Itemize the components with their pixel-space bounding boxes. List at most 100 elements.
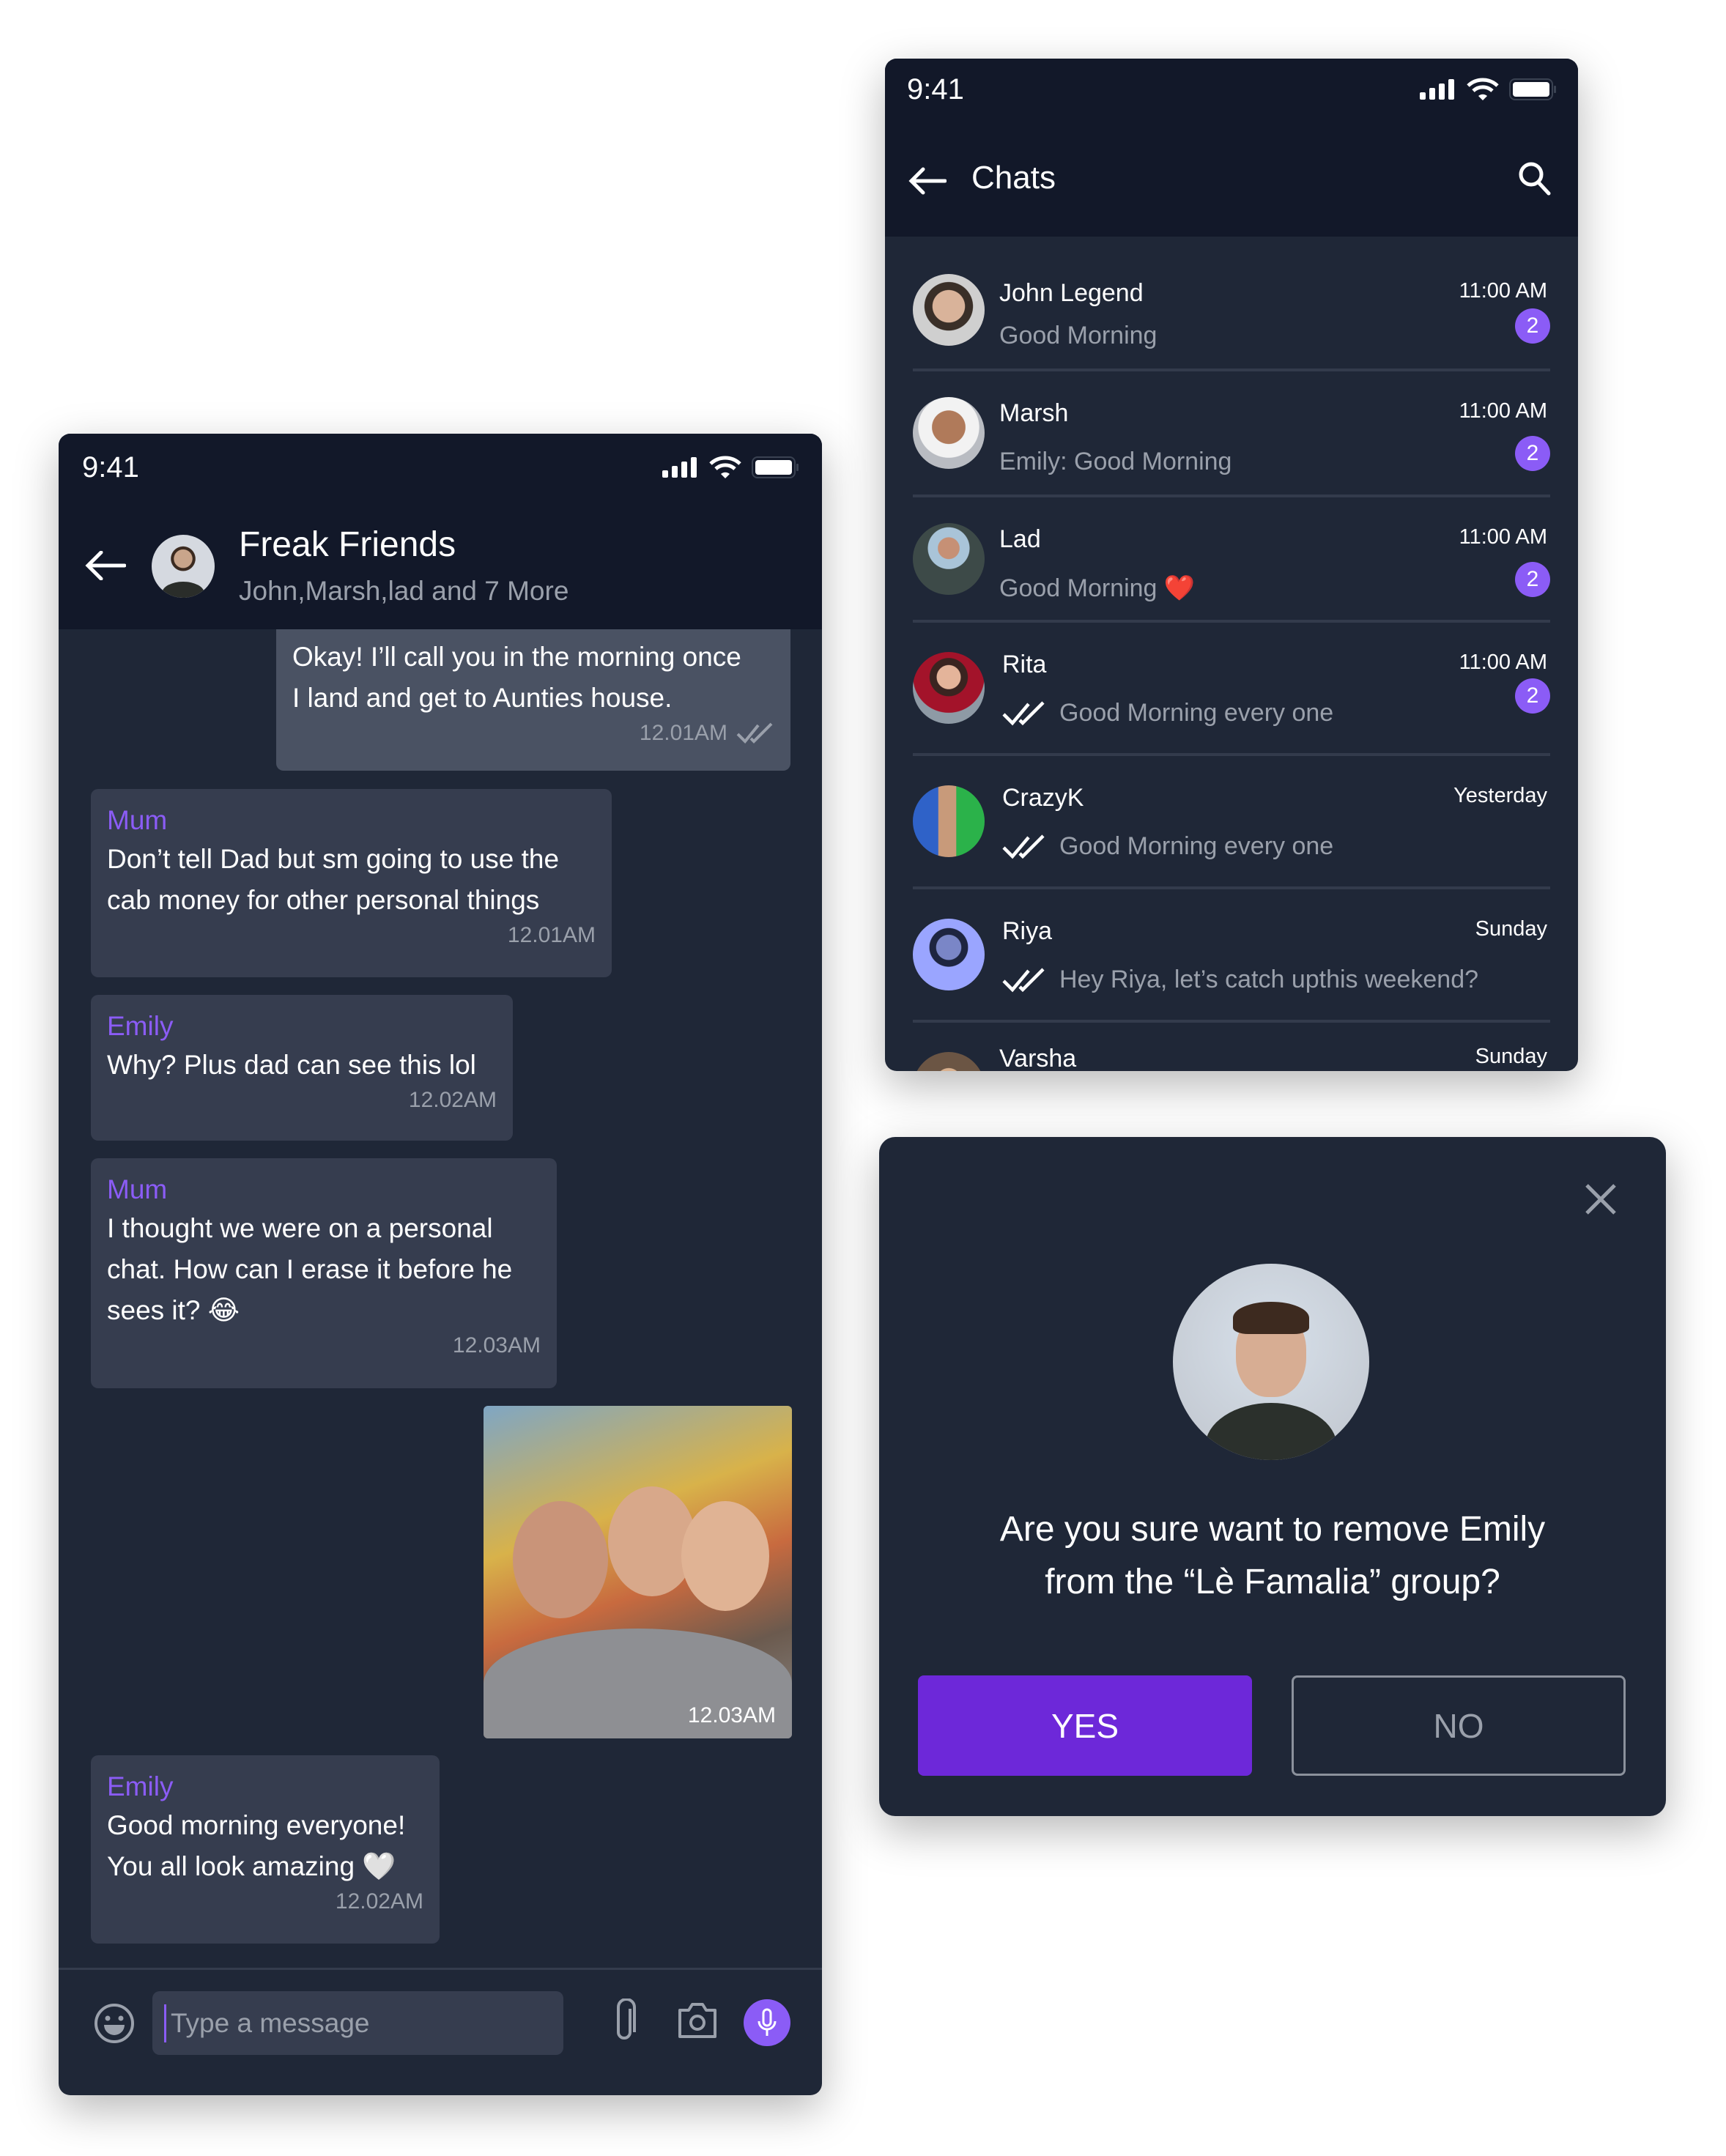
dialog-message-line: from the “Lè Famalia” group? bbox=[1045, 1563, 1500, 1601]
chat-row[interactable]: John Legend 11:00 AM Good Morning 2 bbox=[913, 251, 1550, 371]
chat-row[interactable]: Riya Sunday Hey Riya, let’s catch upthis w… bbox=[913, 889, 1550, 1023]
double-check-icon bbox=[736, 722, 773, 744]
message-text: I land and get to Aunties house. bbox=[292, 683, 673, 713]
message-preview: Good Morning every one bbox=[1059, 699, 1334, 727]
close-icon[interactable] bbox=[1584, 1182, 1618, 1216]
status-icons bbox=[1420, 78, 1558, 101]
unread-badge: 2 bbox=[1515, 308, 1550, 344]
sender-name: Mum bbox=[107, 805, 168, 835]
unread-badge: 2 bbox=[1515, 436, 1550, 471]
battery-icon bbox=[752, 456, 799, 478]
chats-list-screen: 9:41 Chats John Legend 11:00 AM Good Morni… bbox=[885, 59, 1578, 1071]
contact-name: John Legend bbox=[999, 279, 1144, 307]
chat-header: 9:41 Freak Friends John,Marsh,lad and 7 … bbox=[59, 434, 822, 629]
paperclip-icon[interactable] bbox=[614, 1998, 639, 2044]
message-text: chat. How can I erase it before he bbox=[107, 1254, 513, 1284]
chats-header: 9:41 Chats bbox=[885, 59, 1578, 237]
message-image[interactable]: 12.03AM bbox=[484, 1406, 792, 1738]
message-text: Okay! I’ll call you in the morning once bbox=[292, 642, 741, 672]
message-time: 12.03AM bbox=[687, 1703, 776, 1727]
group-chat-screen: 9:41 Freak Friends John,Marsh,lad and 7 … bbox=[59, 434, 822, 2095]
wifi-icon bbox=[709, 456, 741, 478]
back-arrow-icon[interactable] bbox=[85, 551, 126, 580]
chat-row[interactable]: Marsh 11:00 AM Emily: Good Morning 2 bbox=[913, 371, 1550, 497]
message-outgoing[interactable]: Okay! I’ll call you in the morning once … bbox=[276, 629, 790, 771]
contact-name: Lad bbox=[999, 525, 1041, 553]
mic-button[interactable] bbox=[744, 1999, 790, 2046]
status-icons bbox=[662, 456, 800, 479]
signal-icon bbox=[662, 457, 697, 478]
battery-icon bbox=[1509, 78, 1556, 100]
chat-subtitle: John,Marsh,lad and 7 More bbox=[239, 576, 569, 606]
search-icon[interactable] bbox=[1518, 161, 1552, 196]
message-text: Why? Plus dad can see this lol bbox=[107, 1050, 476, 1080]
emoji-icon[interactable] bbox=[94, 2003, 135, 2044]
unread-badge: 2 bbox=[1515, 678, 1550, 714]
no-button[interactable]: NO bbox=[1292, 1675, 1626, 1776]
chat-row[interactable]: Lad 11:00 AM Good Morning ❤️ 2 bbox=[913, 497, 1550, 623]
chat-time: Sunday bbox=[1475, 917, 1547, 941]
status-time: 9:41 bbox=[82, 451, 139, 484]
message-incoming[interactable]: Mum I thought we were on a personal chat… bbox=[91, 1158, 557, 1388]
message-incoming[interactable]: Mum Don’t tell Dad but sm going to use t… bbox=[91, 789, 612, 977]
message-text: cab money for other personal things bbox=[107, 885, 540, 915]
message-text: Good morning everyone! bbox=[107, 1810, 406, 1840]
message-time: 12.02AM bbox=[335, 1889, 423, 1914]
chat-time: Sunday bbox=[1475, 1045, 1547, 1068]
chat-time: 11:00 AM bbox=[1459, 651, 1547, 674]
sender-name: Emily bbox=[107, 1771, 174, 1801]
mic-icon bbox=[758, 2008, 777, 2036]
message-preview: Good Morning bbox=[999, 322, 1158, 349]
chat-time: 11:00 AM bbox=[1459, 399, 1547, 423]
signal-icon bbox=[1420, 79, 1454, 100]
dialog-message-line: Are you sure want to remove Emily bbox=[999, 1510, 1546, 1549]
message-incoming[interactable]: Emily Good morning everyone! You all loo… bbox=[91, 1755, 440, 1944]
group-avatar[interactable] bbox=[152, 535, 215, 598]
double-check-icon bbox=[1002, 967, 1045, 992]
message-preview: Good Morning ❤️ bbox=[999, 574, 1196, 602]
message-text: sees it? 😂 bbox=[107, 1295, 240, 1325]
text-cursor bbox=[164, 2004, 166, 2042]
chat-time: 11:00 AM bbox=[1459, 525, 1547, 549]
chat-time: 11:00 AM bbox=[1459, 279, 1547, 303]
sender-name: Mum bbox=[107, 1174, 168, 1204]
camera-icon[interactable] bbox=[677, 2001, 718, 2040]
dialog-message: Are you sure want to remove Emily from t… bbox=[879, 1503, 1666, 1609]
divider bbox=[59, 1968, 822, 1970]
contact-avatar bbox=[913, 522, 985, 595]
remove-member-dialog: Are you sure want to remove Emily from t… bbox=[879, 1137, 1666, 1816]
chat-time: Yesterday bbox=[1453, 784, 1547, 807]
chat-row[interactable]: Varsha Sunday bbox=[913, 1023, 1550, 1071]
contact-avatar bbox=[913, 1052, 985, 1071]
double-check-icon bbox=[1002, 834, 1045, 859]
message-text: Don’t tell Dad but sm going to use the bbox=[107, 844, 560, 874]
chat-row[interactable]: Rita 11:00 AM Good Morning every one 2 bbox=[913, 623, 1550, 756]
message-time: 12.01AM bbox=[639, 721, 727, 745]
back-arrow-icon[interactable] bbox=[908, 167, 947, 195]
message-preview: Hey Riya, let’s catch upthis weekend? bbox=[1059, 966, 1479, 993]
chat-title[interactable]: Freak Friends bbox=[239, 525, 456, 565]
contact-name: Rita bbox=[1002, 651, 1047, 678]
contact-avatar bbox=[913, 274, 985, 346]
wifi-icon bbox=[1467, 78, 1499, 100]
input-placeholder: Type a message bbox=[171, 2007, 370, 2038]
sender-name: Emily bbox=[107, 1011, 174, 1041]
status-time: 9:41 bbox=[907, 73, 964, 105]
double-check-icon bbox=[1002, 700, 1045, 725]
chat-row[interactable]: CrazyK Yesterday Good Morning every one bbox=[913, 756, 1550, 889]
chats-title: Chats bbox=[971, 160, 1056, 196]
contact-avatar bbox=[913, 397, 985, 469]
yes-button[interactable]: YES bbox=[918, 1675, 1252, 1776]
message-time: 12.01AM bbox=[507, 923, 596, 947]
member-avatar bbox=[1173, 1264, 1369, 1460]
message-text: I thought we were on a personal bbox=[107, 1213, 493, 1243]
message-text: You all look amazing 🤍 bbox=[107, 1851, 396, 1881]
contact-name: Varsha bbox=[999, 1045, 1077, 1071]
contact-avatar bbox=[913, 785, 985, 857]
message-incoming[interactable]: Emily Why? Plus dad can see this lol 12.… bbox=[91, 995, 513, 1141]
contact-name: Marsh bbox=[999, 399, 1069, 427]
message-input[interactable]: Type a message bbox=[152, 1991, 563, 2055]
message-preview: Good Morning every one bbox=[1059, 832, 1334, 860]
contact-name: Riya bbox=[1002, 917, 1053, 945]
message-preview: Emily: Good Morning bbox=[999, 448, 1232, 475]
